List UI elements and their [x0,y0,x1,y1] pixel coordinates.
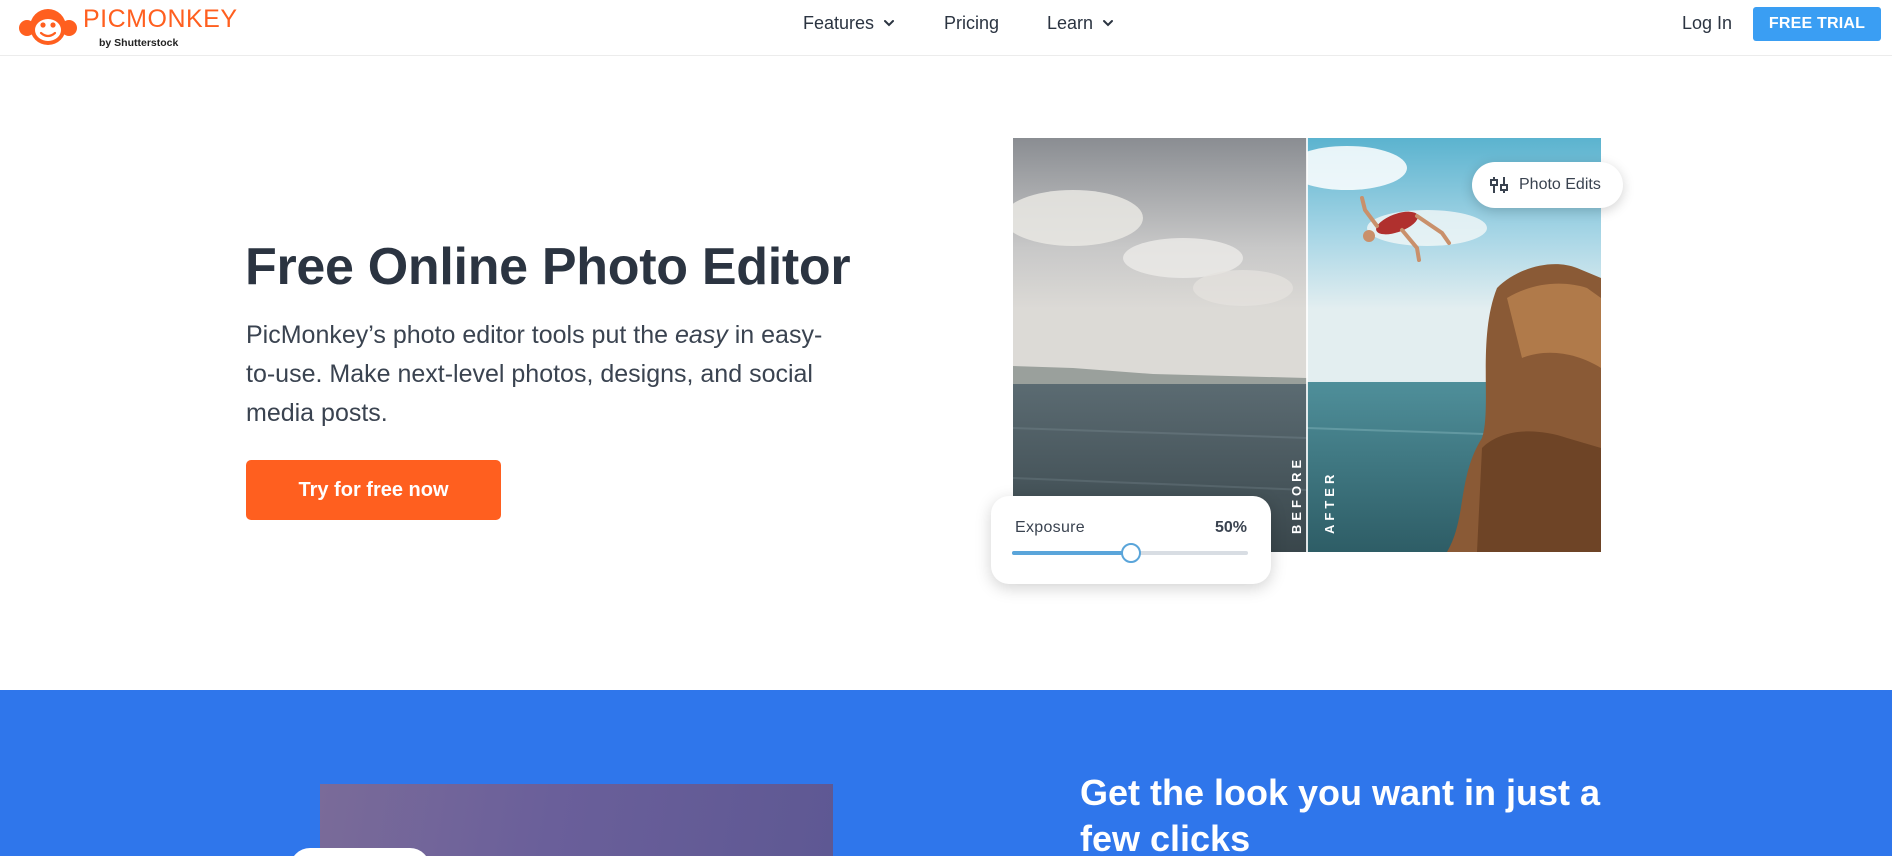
before-photo [1013,138,1307,552]
feature-preview-chip [290,848,430,856]
features-section: Get the look you want in just a few clic… [0,690,1892,856]
photo-edits-chip: Photo Edits [1472,162,1623,208]
hero-description-start: PicMonkey’s photo editor tools put the [246,321,675,349]
exposure-slider-thumb[interactable] [1121,543,1141,563]
hero-title: Free Online Photo Editor [245,238,851,296]
login-link[interactable]: Log In [1682,0,1732,46]
exposure-slider-fill [1012,551,1130,555]
before-label: BEFORE [1289,455,1304,534]
brand-byline: by Shutterstock [99,37,179,49]
exposure-value: 50% [1214,519,1247,536]
hero-description-emphasis: easy [674,321,728,349]
nav-pricing-label: Pricing [944,13,1000,33]
exposure-label: Exposure [1015,519,1085,536]
nav-pricing[interactable]: Pricing [944,0,999,46]
site-header: PICMONKEY by Shutterstock Features Prici… [0,0,1892,56]
chevron-down-icon [1103,20,1114,27]
section-heading: Get the look you want in just a few clic… [1080,772,1601,856]
nav-learn[interactable]: Learn [1047,0,1115,46]
nav-features[interactable]: Features [803,0,896,46]
after-label: AFTER [1322,470,1337,534]
hero-description: PicMonkey’s photo editor tools put the e… [246,316,846,433]
chevron-down-icon [884,20,895,27]
monkey-logo-icon [19,9,77,45]
before-after-divider[interactable] [1306,138,1308,552]
free-trial-button[interactable]: FREE TRIAL [1753,7,1881,41]
nav-features-label: Features [803,13,875,33]
exposure-slider[interactable] [1012,543,1248,563]
nav-learn-label: Learn [1047,13,1094,33]
feature-preview-image [320,784,833,856]
photo-edits-label: Photo Edits [1519,176,1601,193]
brand-wordmark: PICMONKEY [83,5,238,33]
sliders-icon [1490,177,1508,193]
picmonkey-logo[interactable]: PICMONKEY by Shutterstock [17,2,237,52]
try-free-button[interactable]: Try for free now [246,460,501,520]
exposure-panel: Exposure 50% [991,496,1271,584]
